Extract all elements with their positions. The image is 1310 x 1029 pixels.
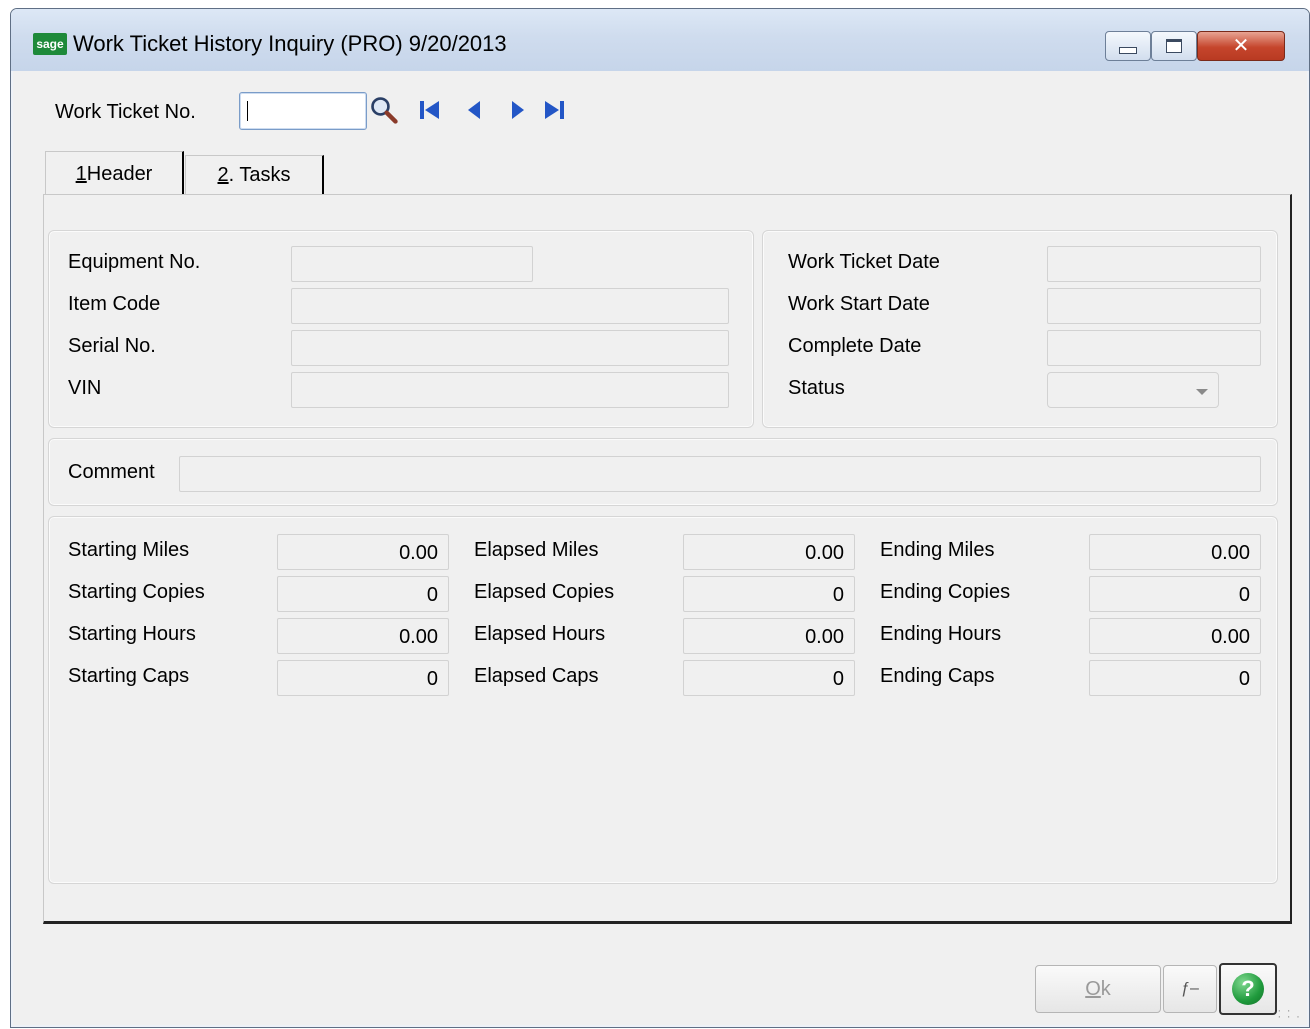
starting-hours-field[interactable]: 0.00	[277, 618, 449, 654]
starting-hours-label: Starting Hours	[68, 623, 196, 645]
maximize-button[interactable]	[1151, 31, 1197, 61]
tab-tasks[interactable]: 2. Tasks	[185, 155, 324, 194]
minimize-button[interactable]	[1105, 31, 1151, 61]
next-record-icon[interactable]	[503, 93, 533, 127]
ending-hours-field[interactable]: 0.00	[1089, 618, 1261, 654]
elapsed-hours-field[interactable]: 0.00	[683, 618, 855, 654]
text-caret	[247, 101, 248, 121]
work-ticket-date-field[interactable]	[1047, 246, 1261, 282]
ending-caps-field[interactable]: 0	[1089, 660, 1261, 696]
help-icon: ?	[1232, 973, 1264, 1005]
starting-caps-field[interactable]: 0	[277, 660, 449, 696]
tab-tasks-key: 2	[217, 163, 229, 186]
elapsed-hours-label: Elapsed Hours	[474, 623, 606, 645]
starting-copies-field[interactable]: 0	[277, 576, 449, 612]
help-glyph: ?	[1241, 976, 1255, 1001]
tab-header[interactable]: 1 Header	[45, 151, 184, 196]
last-record-icon[interactable]	[539, 93, 569, 127]
equipment-no-label: Equipment No.	[68, 251, 201, 273]
starting-copies-label: Starting Copies	[68, 581, 205, 603]
close-button[interactable]: ✕	[1197, 31, 1285, 61]
elapsed-miles-label: Elapsed Miles	[474, 539, 599, 561]
status-dropdown[interactable]	[1047, 372, 1219, 408]
work-ticket-date-label: Work Ticket Date	[788, 251, 940, 273]
elapsed-caps-field[interactable]: 0	[683, 660, 855, 696]
help-button[interactable]: ?	[1219, 963, 1277, 1015]
work-ticket-no-input[interactable]	[239, 92, 367, 130]
serial-no-field[interactable]	[291, 330, 729, 366]
first-record-icon[interactable]	[415, 93, 445, 127]
meters-group	[48, 516, 1278, 884]
status-label: Status	[788, 377, 845, 399]
tab-header-key: 1	[75, 162, 87, 185]
ending-copies-label: Ending Copies	[880, 581, 1011, 603]
item-code-field[interactable]	[291, 288, 729, 324]
minimize-icon	[1119, 46, 1137, 54]
title-bar[interactable]: sage Work Ticket History Inquiry (PRO) 9…	[11, 9, 1309, 71]
tab-tasks-label: . Tasks	[228, 163, 291, 186]
complete-date-label: Complete Date	[788, 335, 922, 357]
ending-hours-label: Ending Hours	[880, 623, 1002, 645]
ok-button[interactable]: Ok	[1035, 965, 1161, 1013]
chevron-down-icon	[1196, 389, 1208, 395]
complete-date-field[interactable]	[1047, 330, 1261, 366]
work-start-date-label: Work Start Date	[788, 293, 930, 315]
ending-caps-label: Ending Caps	[880, 665, 995, 687]
vin-label: VIN	[68, 377, 102, 399]
window-client-area: Work Ticket No. 1 Header 2 . Tasks Equip…	[13, 71, 1307, 1025]
function-icon: ƒ–	[1181, 980, 1199, 997]
elapsed-copies-field[interactable]: 0	[683, 576, 855, 612]
resize-grip-icon[interactable]: · · · · ·	[1277, 1004, 1301, 1022]
lookup-magnifier-icon[interactable]	[369, 93, 399, 127]
serial-no-label: Serial No.	[68, 335, 156, 357]
maximize-icon	[1166, 39, 1182, 53]
item-code-label: Item Code	[68, 293, 161, 315]
tab-header-label: Header	[86, 162, 153, 185]
ending-copies-field[interactable]: 0	[1089, 576, 1261, 612]
comment-label: Comment	[68, 461, 155, 483]
starting-caps-label: Starting Caps	[68, 665, 190, 687]
elapsed-caps-label: Elapsed Caps	[474, 665, 599, 687]
starting-miles-label: Starting Miles	[68, 539, 190, 561]
work-ticket-no-label: Work Ticket No.	[55, 101, 196, 123]
work-start-date-field[interactable]	[1047, 288, 1261, 324]
ending-miles-field[interactable]: 0.00	[1089, 534, 1261, 570]
elapsed-miles-field[interactable]: 0.00	[683, 534, 855, 570]
equipment-no-field[interactable]	[291, 246, 533, 282]
work-ticket-history-window: sage Work Ticket History Inquiry (PRO) 9…	[10, 8, 1310, 1028]
header-tab-panel: Equipment No. Item Code Serial No. VIN W…	[43, 194, 1292, 924]
elapsed-copies-label: Elapsed Copies	[474, 581, 615, 603]
ok-button-label: k	[1100, 977, 1111, 1000]
ok-button-key: O	[1085, 977, 1101, 1000]
vin-field[interactable]	[291, 372, 729, 408]
previous-record-icon[interactable]	[459, 93, 489, 127]
starting-miles-field[interactable]: 0.00	[277, 534, 449, 570]
close-icon: ✕	[1232, 35, 1250, 57]
window-title: Work Ticket History Inquiry (PRO) 9/20/2…	[73, 31, 507, 56]
ending-miles-label: Ending Miles	[880, 539, 995, 561]
function-button[interactable]: ƒ–	[1163, 965, 1217, 1013]
sage-logo: sage	[33, 33, 67, 55]
comment-field[interactable]	[179, 456, 1261, 492]
